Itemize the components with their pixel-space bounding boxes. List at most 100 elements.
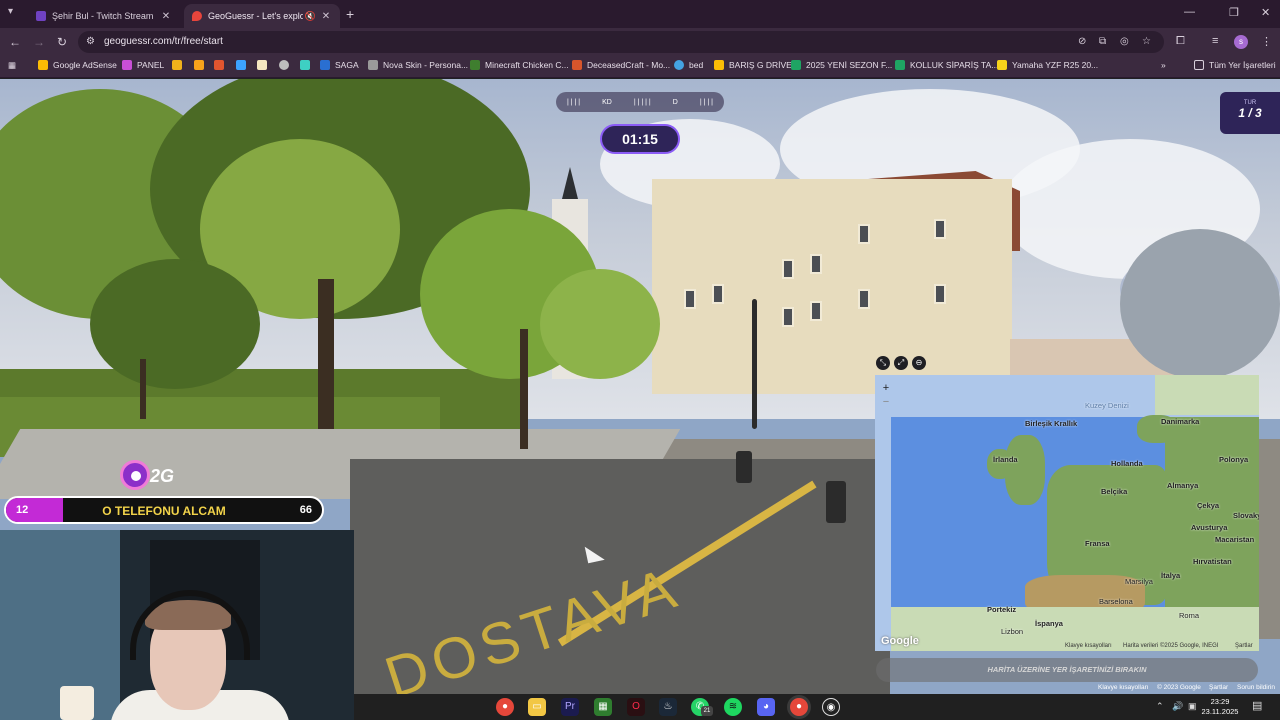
opera-gx-icon[interactable]: O bbox=[627, 698, 645, 716]
map-label: Marsilya bbox=[1125, 577, 1153, 586]
clock-time: 23:29 bbox=[1210, 697, 1230, 706]
tab-sehir-bul[interactable]: Şehir Bul - Twitch Stream Games ✕ bbox=[28, 4, 180, 28]
window bbox=[684, 289, 696, 309]
chrome-active-icon[interactable]: ● bbox=[790, 698, 808, 716]
visibility-icon[interactable]: ◎ bbox=[1120, 36, 1129, 47]
map-label: Birleşik Krallık bbox=[1025, 419, 1078, 428]
more-bookmarks-icon[interactable]: » bbox=[1161, 60, 1166, 70]
all-bookmarks[interactable]: Tüm Yer İşaretleri bbox=[1194, 60, 1276, 70]
close-icon[interactable]: ✕ bbox=[160, 11, 172, 22]
place-pin-button[interactable]: HARİTA ÜZERİNE YER İŞARETİNİZİ BIRAKIN bbox=[876, 658, 1258, 682]
chrome-icon[interactable]: ● bbox=[496, 698, 514, 716]
bookmark-item[interactable]: BARIŞ G DRİVE bbox=[714, 60, 792, 70]
bare-tree bbox=[1120, 229, 1280, 379]
map-label: Belçika bbox=[1101, 487, 1128, 496]
close-icon[interactable]: ✕ bbox=[320, 11, 332, 22]
tab-geoguessr[interactable]: GeoGuessr - Let's explore the world! 🔇 ✕ bbox=[184, 4, 340, 28]
obs-icon[interactable]: ◉ bbox=[822, 698, 840, 716]
tray-chevron-icon[interactable]: ⌃ bbox=[1156, 701, 1164, 712]
close-window-icon[interactable]: ✕ bbox=[1261, 6, 1270, 19]
bookmark-icon-only[interactable] bbox=[279, 60, 294, 70]
bookmark-item[interactable]: Nova Skin - Persona... bbox=[368, 60, 468, 70]
round-value: 1 / 3 bbox=[1238, 106, 1262, 120]
bookmark-item[interactable]: Yamaha YZF R25 20... bbox=[997, 60, 1098, 70]
nova-skin-icon bbox=[368, 60, 378, 70]
bookmark-item[interactable]: Google AdSense bbox=[38, 60, 117, 70]
zoom-out-button[interactable]: − bbox=[879, 395, 893, 409]
bookmark-item[interactable]: DeceasedCraft - Mo... bbox=[572, 60, 670, 70]
bookmark-icon-only[interactable] bbox=[194, 60, 209, 70]
bookmark-icon-only[interactable] bbox=[214, 60, 229, 70]
map-label: Çekya bbox=[1197, 501, 1220, 510]
google-logo: Google bbox=[881, 635, 919, 647]
discord-icon[interactable]: ◕ bbox=[757, 698, 775, 716]
windows-taskbar: ● ▭ Pr ▦ O ♨ ✆ 21 ≋ ◕ ● ◉ ⌃ 🔊 ▣ 23:29 23… bbox=[354, 694, 1280, 720]
pin-map-icon[interactable]: ⊖ bbox=[912, 356, 926, 370]
bookmark-icon-only[interactable] bbox=[172, 60, 187, 70]
reading-list-icon[interactable]: ≡ bbox=[1212, 35, 1218, 47]
url-text[interactable]: geoguessr.com/tr/free/start bbox=[104, 36, 223, 47]
volume-icon[interactable]: 🔊 bbox=[1172, 701, 1183, 712]
minecraft-icon[interactable]: ▦ bbox=[594, 698, 612, 716]
mute-icon[interactable]: 🔇 bbox=[305, 11, 316, 22]
zoom-in-button[interactable]: + bbox=[879, 381, 893, 395]
notifications-icon[interactable]: ▤ bbox=[1252, 699, 1262, 712]
site-info-icon[interactable]: ⚙ bbox=[86, 36, 95, 47]
restore-icon[interactable]: ❐ bbox=[1229, 6, 1239, 19]
minimize-icon[interactable]: — bbox=[1184, 6, 1195, 18]
extensions-icon[interactable]: ⧠ bbox=[1176, 35, 1185, 48]
steam-icon[interactable]: ♨ bbox=[659, 698, 677, 716]
bookmark-item[interactable]: bed bbox=[674, 60, 703, 70]
map-label: Avusturya bbox=[1191, 523, 1228, 532]
sheets-icon bbox=[791, 60, 801, 70]
tab-search-button[interactable]: ▾ bbox=[8, 6, 22, 20]
bookmark-icon-only[interactable] bbox=[236, 60, 251, 70]
bookmark-icon bbox=[194, 60, 204, 70]
reload-icon[interactable]: ↻ bbox=[57, 35, 67, 49]
map-label: Danimarka bbox=[1161, 417, 1200, 426]
window bbox=[810, 301, 822, 321]
tree-trunk bbox=[140, 359, 146, 419]
file-explorer-icon[interactable]: ▭ bbox=[528, 698, 546, 716]
bookmark-item[interactable]: PANEL bbox=[122, 60, 164, 70]
bookmark-item[interactable]: KOLLUK SİPARİŞ TA... bbox=[895, 60, 998, 70]
sv-report-link[interactable]: Sorun bildirin bbox=[1237, 684, 1275, 691]
webcam-feed bbox=[0, 530, 354, 720]
shrink-map-icon[interactable]: ⤢ bbox=[894, 356, 908, 370]
bookmark-item[interactable]: 2025 YENİ SEZON F... bbox=[791, 60, 892, 70]
network-icon[interactable]: ▣ bbox=[1188, 701, 1197, 712]
bookmark-star-icon[interactable]: ☆ bbox=[1142, 36, 1151, 47]
install-icon[interactable]: ⧉ bbox=[1099, 36, 1106, 47]
bookmark-icon-only[interactable] bbox=[300, 60, 315, 70]
address-bar[interactable]: ⚙ geoguessr.com/tr/free/start ⊘ ⧉ ◎ ☆ bbox=[78, 31, 1164, 53]
sv-shortcuts-link[interactable]: Klavye kısayolları bbox=[1098, 684, 1149, 691]
map-shortcuts-link[interactable]: Klavye kısayolları bbox=[1065, 643, 1112, 649]
map-terms-link[interactable]: Şartlar bbox=[1235, 643, 1253, 649]
menu-icon[interactable]: ⋮ bbox=[1261, 35, 1272, 48]
back-icon[interactable]: ← bbox=[9, 35, 21, 49]
map-label: İtalya bbox=[1161, 571, 1181, 580]
bookmarks-bar: ▦ Google AdSense PANEL SAGA Nova Skin - … bbox=[0, 56, 1280, 78]
window bbox=[934, 284, 946, 304]
apps-grid-icon[interactable]: ▦ bbox=[8, 60, 16, 71]
guess-map[interactable]: + − Kuzey Denizi Birleşik Krallık İrland… bbox=[875, 375, 1259, 651]
map-size-controls: ⤡ ⤢ ⊖ bbox=[876, 356, 926, 370]
map-label: Portekiz bbox=[987, 605, 1017, 614]
map-label: Almanya bbox=[1167, 481, 1199, 490]
new-tab-button[interactable]: + bbox=[346, 6, 354, 22]
whatsapp-badge: 21 bbox=[701, 706, 713, 716]
bookmark-icon-only[interactable] bbox=[257, 60, 272, 70]
sv-terms-link[interactable]: Şartlar bbox=[1209, 684, 1228, 691]
map-label: Hırvatistan bbox=[1193, 557, 1232, 566]
clock-date: 23.11.2025 bbox=[1201, 707, 1239, 716]
profile-avatar[interactable]: s bbox=[1234, 35, 1248, 49]
taskbar-clock[interactable]: 23:29 23.11.2025 bbox=[1198, 697, 1242, 717]
premiere-icon[interactable]: Pr bbox=[561, 698, 579, 716]
expand-map-icon[interactable]: ⤡ bbox=[876, 356, 890, 370]
spotify-icon[interactable]: ≋ bbox=[724, 698, 742, 716]
bookmark-item[interactable]: SAGA bbox=[320, 60, 359, 70]
eye-off-icon[interactable]: ⊘ bbox=[1078, 36, 1086, 47]
forward-icon[interactable]: → bbox=[33, 35, 45, 49]
map-label: Hollanda bbox=[1111, 459, 1143, 468]
bookmark-item[interactable]: Minecraft Chicken C... bbox=[470, 60, 569, 70]
